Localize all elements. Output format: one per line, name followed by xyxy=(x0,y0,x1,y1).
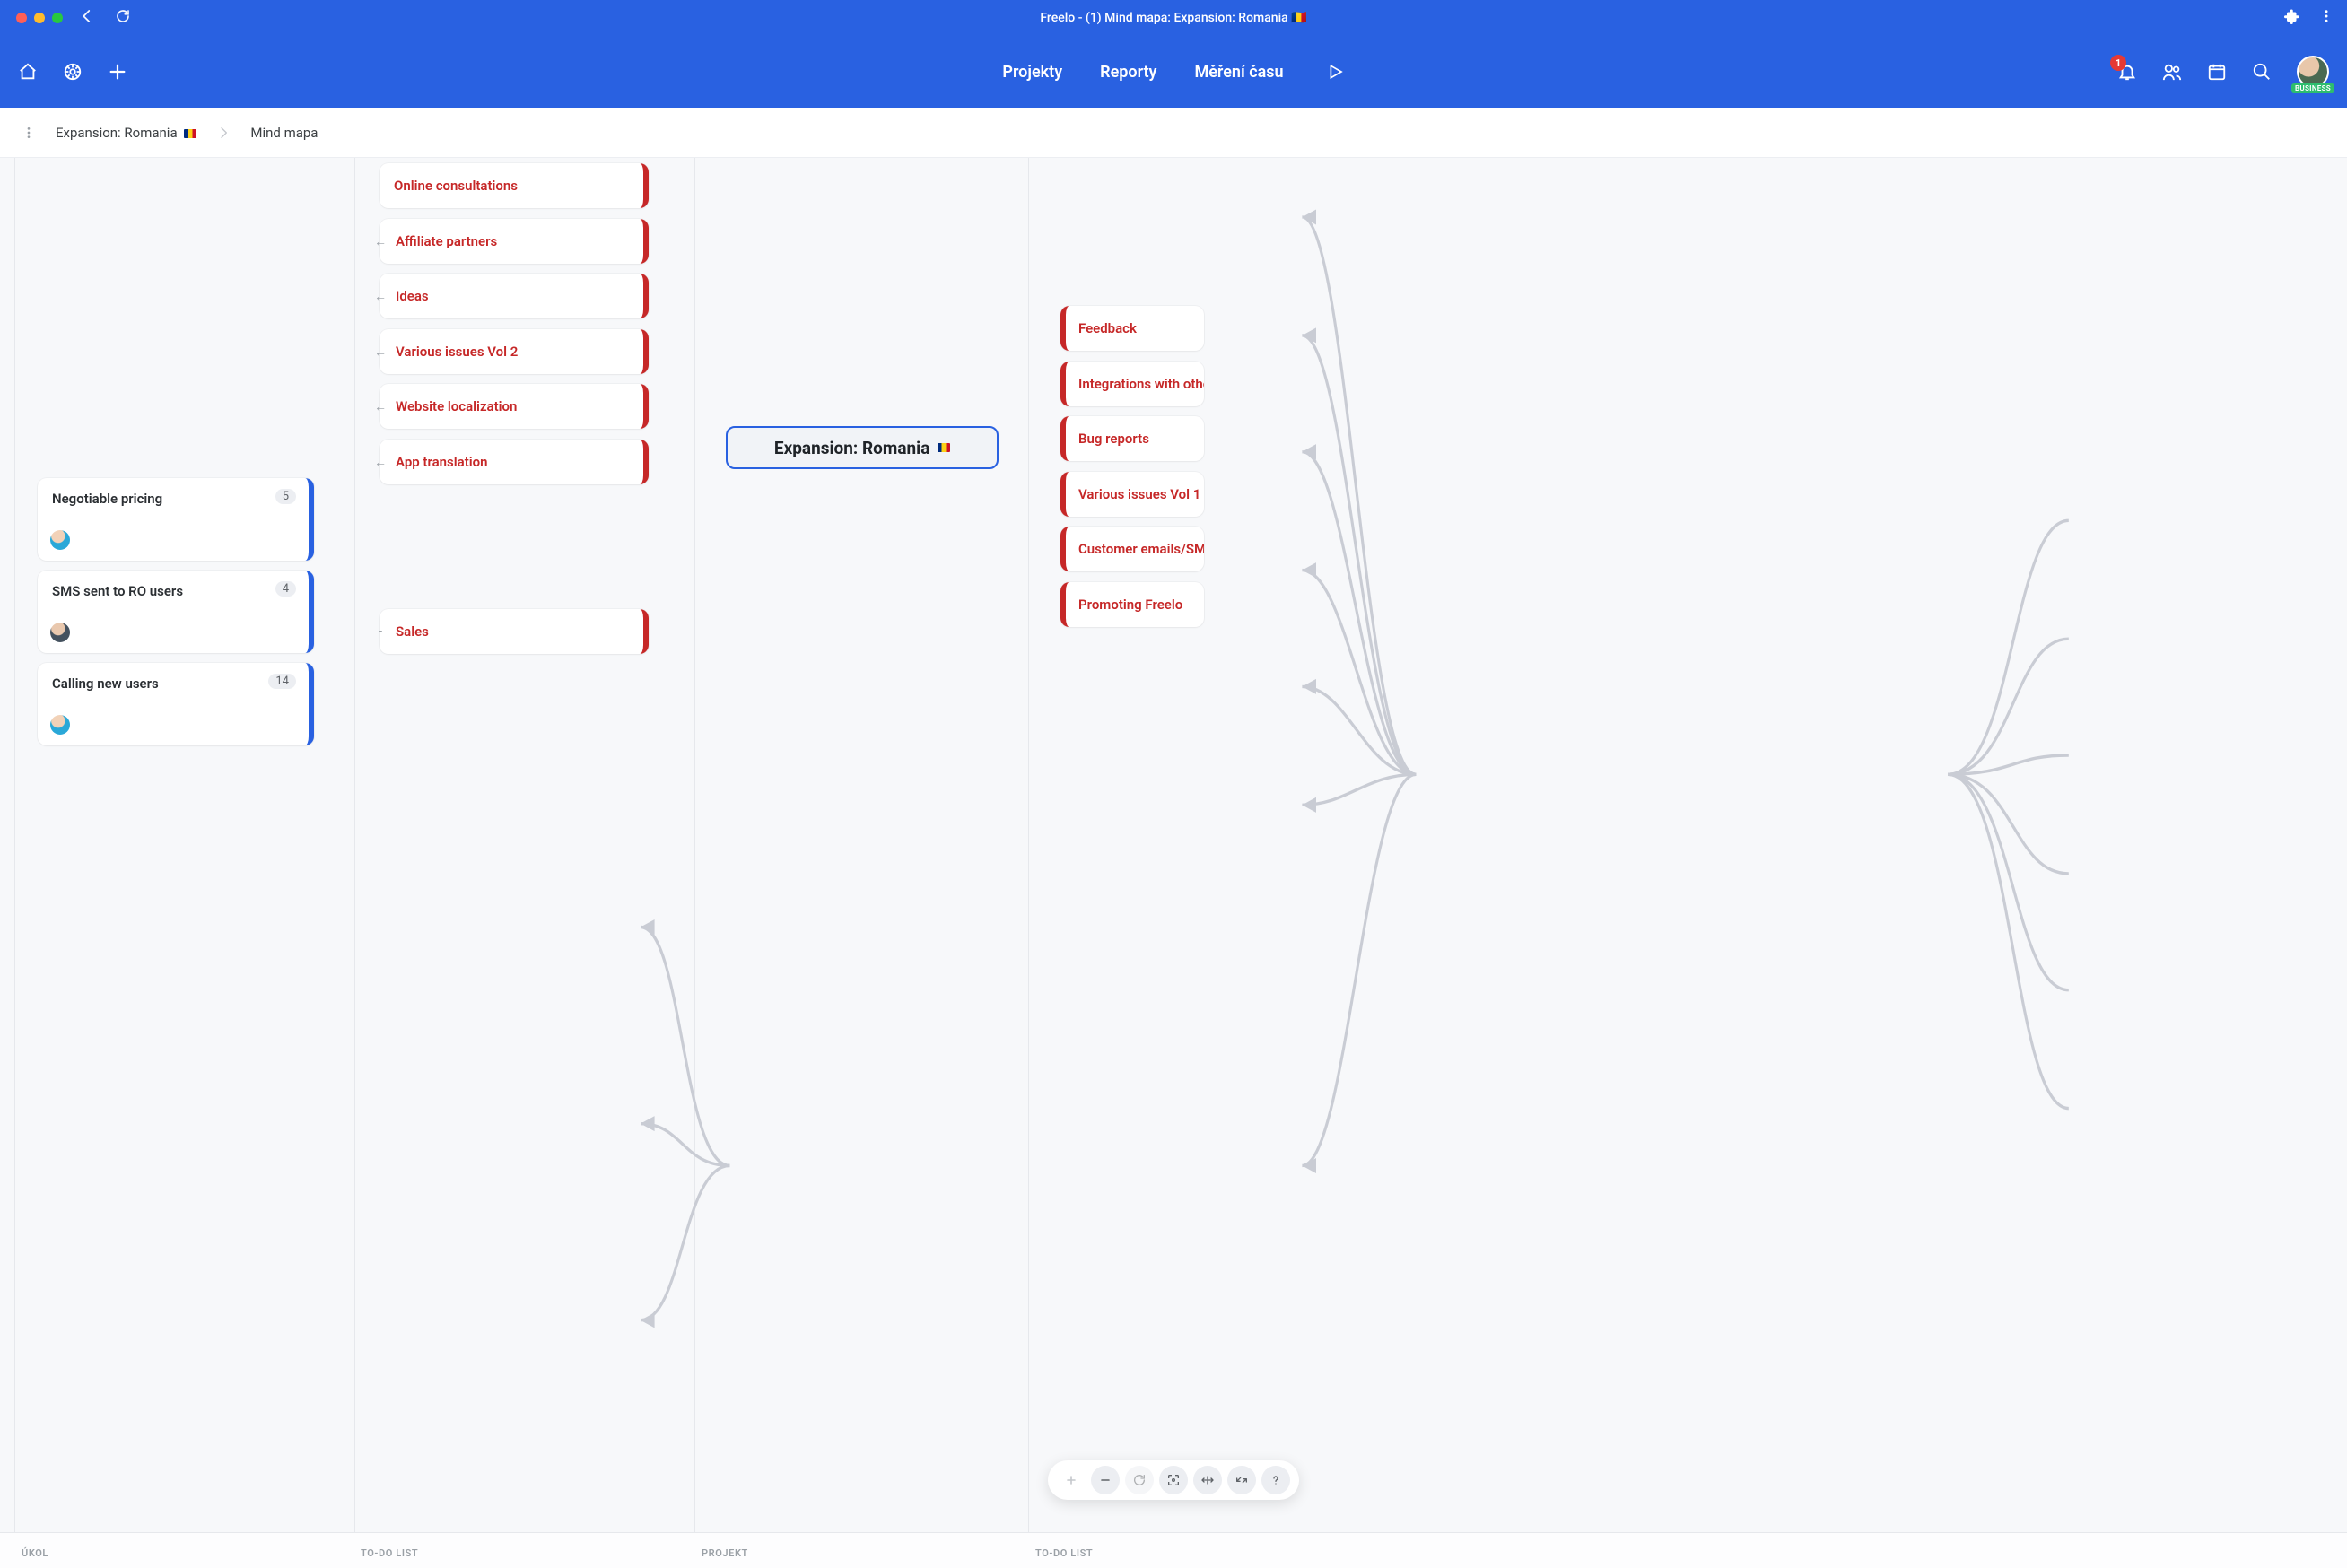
task-count-badge: 5 xyxy=(275,489,296,504)
list-node[interactable]: ← Affiliate partners xyxy=(380,219,649,264)
breadcrumb-project[interactable]: Expansion: Romania xyxy=(56,125,196,141)
canvas-toolbar xyxy=(1048,1460,1299,1500)
task-card[interactable]: Negotiable pricing 5 xyxy=(38,478,314,561)
nav-reports[interactable]: Reporty xyxy=(1100,63,1156,82)
task-card[interactable]: Calling new users 14 xyxy=(38,663,314,745)
assignee-avatar[interactable] xyxy=(50,530,70,550)
list-node[interactable]: - Sales xyxy=(380,609,649,654)
collapse-arrow-icon[interactable]: ← xyxy=(372,344,388,360)
list-label: Ideas xyxy=(396,288,429,304)
calendar-button[interactable] xyxy=(2207,62,2227,82)
list-node[interactable]: Integrations with other xyxy=(1060,362,1204,406)
people-button[interactable] xyxy=(2162,62,2182,82)
zoom-in-button[interactable] xyxy=(1057,1466,1086,1494)
list-node[interactable]: ← Various issues Vol 2 xyxy=(380,329,649,374)
extension-icon[interactable] xyxy=(2284,8,2300,28)
notification-badge: 1 xyxy=(2110,55,2126,71)
list-node[interactable]: ← Website localization xyxy=(380,384,649,429)
column-label: PROJEKT xyxy=(702,1547,748,1559)
fit-width-button[interactable] xyxy=(1193,1466,1222,1494)
task-count-badge: 14 xyxy=(268,674,296,689)
column-label: TO-DO LIST xyxy=(1035,1547,1093,1559)
collapse-button[interactable] xyxy=(1227,1466,1256,1494)
add-button[interactable] xyxy=(108,62,127,82)
list-node[interactable]: Promoting Freelo xyxy=(1060,582,1204,627)
breadcrumb-more-icon[interactable] xyxy=(22,126,36,140)
play-icon[interactable] xyxy=(1327,63,1345,81)
task-title: SMS sent to RO users xyxy=(52,583,294,599)
list-label: Customer emails/SMS xyxy=(1078,541,1204,557)
list-label: Sales xyxy=(396,623,429,640)
list-label: Affiliate partners xyxy=(396,233,497,249)
home-button[interactable] xyxy=(18,62,38,82)
task-title: Calling new users xyxy=(52,675,294,692)
project-node[interactable]: Expansion: Romania xyxy=(726,426,999,469)
notifications-button[interactable]: 1 xyxy=(2117,62,2137,82)
assignee-avatar[interactable] xyxy=(50,623,70,642)
undo-button[interactable] xyxy=(1125,1466,1154,1494)
window-traffic-lights xyxy=(16,13,63,23)
nav-projects[interactable]: Projekty xyxy=(1002,63,1062,82)
list-label: Website localization xyxy=(396,398,517,414)
center-button[interactable] xyxy=(1159,1466,1188,1494)
mindmap-canvas[interactable]: Expansion: Romania Online consultations … xyxy=(0,158,2347,1532)
window-title: Freelo - (1) Mind mapa: Expansion: Roman… xyxy=(1040,11,1306,25)
collapse-arrow-icon[interactable]: ← xyxy=(372,288,388,304)
app-toolbar: Projekty Reporty Měření času 1 BUSINESS xyxy=(0,36,2347,108)
column-label: ÚKOL xyxy=(22,1547,48,1559)
romania-flag-icon xyxy=(184,129,196,138)
collapse-arrow-icon[interactable]: ← xyxy=(372,454,388,470)
breadcrumb-view[interactable]: Mind mapa xyxy=(250,125,318,141)
column-labels: ÚKOL TO-DO LIST PROJEKT TO-DO LIST xyxy=(0,1532,2347,1568)
romania-flag-icon xyxy=(938,443,950,452)
minimize-window-button[interactable] xyxy=(34,13,45,23)
list-node[interactable]: ← Ideas xyxy=(380,274,649,318)
list-node[interactable]: Customer emails/SMS xyxy=(1060,527,1204,571)
settings-wheel-icon[interactable] xyxy=(63,62,83,82)
zoom-out-button[interactable] xyxy=(1091,1466,1120,1494)
list-label: App translation xyxy=(396,454,488,470)
close-window-button[interactable] xyxy=(16,13,27,23)
list-label: Online consultations xyxy=(394,178,518,194)
plan-badge: BUSINESS xyxy=(2291,83,2334,93)
user-avatar[interactable]: BUSINESS xyxy=(2297,56,2329,88)
list-label: Bug reports xyxy=(1078,431,1149,447)
assignee-avatar[interactable] xyxy=(50,715,70,735)
list-node[interactable]: Online consultations xyxy=(380,163,649,208)
collapse-minus-icon[interactable]: - xyxy=(372,623,388,640)
list-node[interactable]: Bug reports xyxy=(1060,416,1204,461)
reload-button[interactable] xyxy=(115,8,131,28)
list-label: Various issues Vol 2 xyxy=(396,344,518,360)
list-label: Integrations with other xyxy=(1078,376,1204,392)
list-node[interactable]: Feedback xyxy=(1060,306,1204,351)
search-button[interactable] xyxy=(2252,62,2272,82)
breadcrumb: Expansion: Romania Mind mapa xyxy=(0,108,2347,158)
task-card[interactable]: SMS sent to RO users 4 xyxy=(38,571,314,653)
help-button[interactable] xyxy=(1261,1466,1290,1494)
task-count-badge: 4 xyxy=(275,581,296,597)
task-title: Negotiable pricing xyxy=(52,491,294,507)
list-node[interactable]: Various issues Vol 1 xyxy=(1060,472,1204,517)
column-label: TO-DO LIST xyxy=(361,1547,418,1559)
collapse-arrow-icon[interactable]: ← xyxy=(372,233,388,249)
collapse-arrow-icon[interactable]: ← xyxy=(372,398,388,414)
maximize-window-button[interactable] xyxy=(52,13,63,23)
chevron-right-icon xyxy=(216,126,231,140)
back-button[interactable] xyxy=(79,8,95,28)
list-label: Promoting Freelo xyxy=(1078,597,1182,613)
window-titlebar: Freelo - (1) Mind mapa: Expansion: Roman… xyxy=(0,0,2347,36)
list-label: Various issues Vol 1 xyxy=(1078,486,1200,502)
more-menu-button[interactable] xyxy=(2318,8,2334,28)
nav-time-tracking[interactable]: Měření času xyxy=(1194,63,1283,82)
list-label: Feedback xyxy=(1078,320,1137,336)
list-node[interactable]: ← App translation xyxy=(380,440,649,484)
